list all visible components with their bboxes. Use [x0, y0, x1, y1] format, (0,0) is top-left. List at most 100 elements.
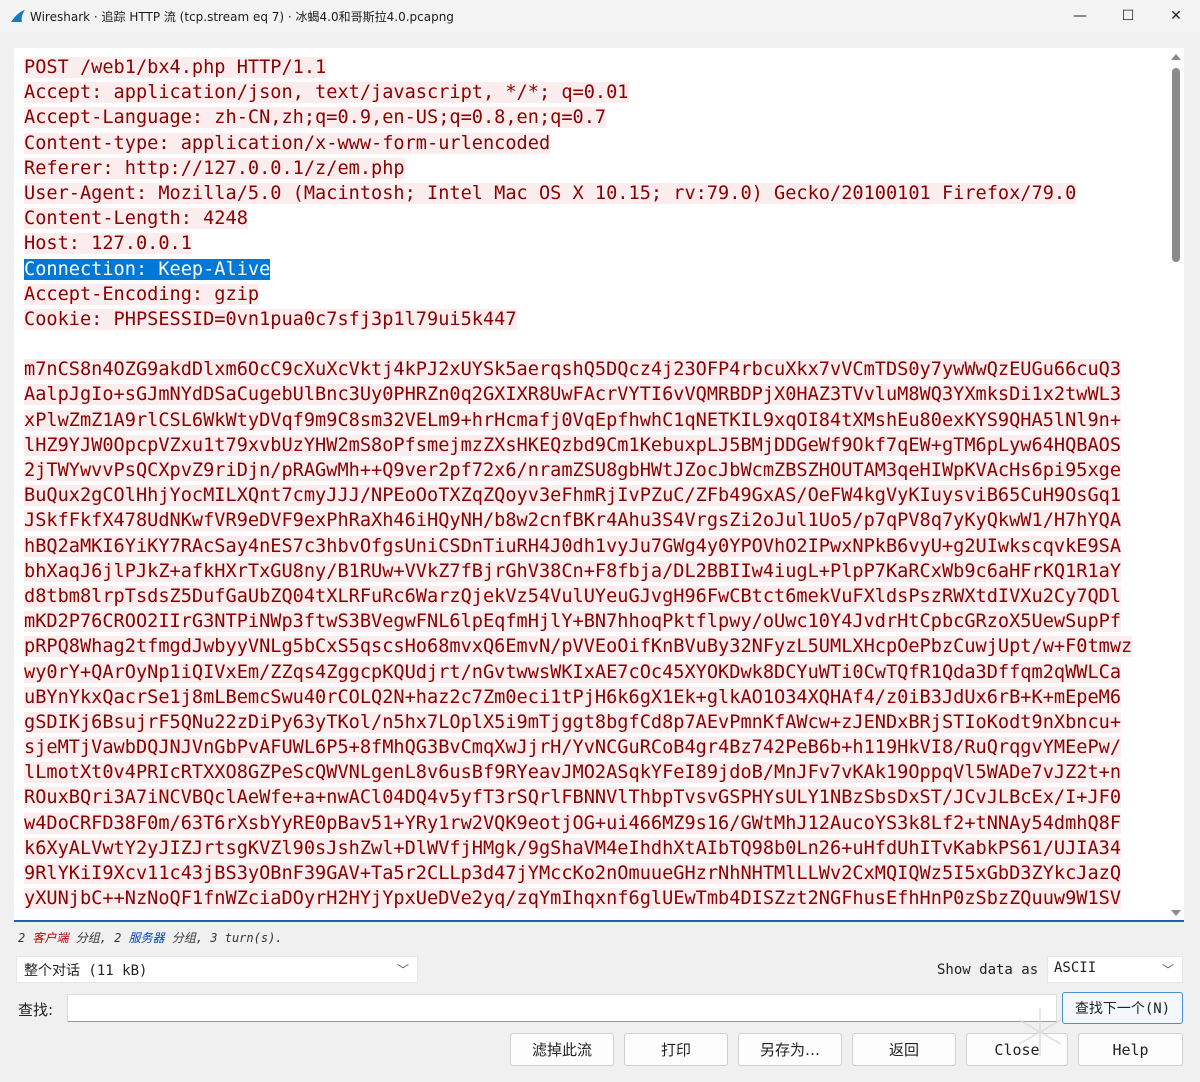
stream-line[interactable]: AalpJgIo+sGJmNYdDSaCugebUlBnc3Uy0PHRZn0q…: [24, 382, 1160, 407]
stream-line-text: Accept-Language: zh-CN,zh;q=0.9,en-US;q=…: [24, 107, 607, 129]
stream-line[interactable]: Referer: http://127.0.0.1/z/em.php: [24, 156, 1160, 181]
stream-line[interactable]: Cookie: PHPSESSID=0vn1pua0c7sfj3p1l79ui5…: [24, 307, 1160, 332]
chevron-down-icon: ﹀: [1161, 963, 1174, 977]
filter-out-stream-button[interactable]: 滤掉此流: [510, 1033, 614, 1066]
print-button[interactable]: 打印: [624, 1033, 728, 1066]
stream-line-text: m7nCS8n4OZG9akdDlxm6OcC9cXuXcVktj4kPJ2xU…: [24, 359, 1122, 381]
stream-line-text: BuQux2gCOlHhjYocMILXQnt7cmyJJJ/NPEoOoTXZ…: [24, 485, 1122, 507]
conversation-select-value: 整个对话 (11 kB): [24, 963, 148, 979]
stream-line-text: uBYnYkxQacrSe1j8mLBemcSwu40rCOLQ2N+haz2c…: [24, 686, 1122, 708]
stream-line-text: 9RlYKiI9Xcv11c43jBS3yOBnF39GAV+Ta5r2CLLp…: [24, 863, 1122, 884]
stream-line[interactable]: mKD2P76CROO2IIrG3NTPiNWp3ftwS3BVegwFNL6l…: [24, 609, 1160, 634]
scroll-thumb[interactable]: [1172, 68, 1180, 262]
title-bar: Wireshark · 追踪 HTTP 流 (tcp.stream eq 7) …: [0, 0, 1200, 32]
stream-line[interactable]: POST /web1/bx4.php HTTP/1.1: [24, 55, 1160, 80]
stream-line-text: Accept-Encoding: gzip: [24, 283, 260, 305]
stream-content-pane[interactable]: POST /web1/bx4.php HTTP/1.1 Accept: appli…: [14, 48, 1184, 922]
minimize-button[interactable]: —: [1056, 0, 1104, 32]
stream-line[interactable]: uBYnYkxQacrSe1j8mLBemcSwu40rCOLQ2N+haz2c…: [24, 685, 1160, 710]
stream-line-text: 2jTWYwvvPsQCXpvZ9riDjn/pRAGwMh++Q9ver2pf…: [24, 460, 1122, 481]
window-controls: — ☐ ✕: [1056, 0, 1200, 32]
stream-line[interactable]: Accept-Encoding: gzip: [24, 282, 1160, 307]
find-next-button[interactable]: 查找下一个(N): [1062, 992, 1183, 1024]
stream-line-text: sjeMTjVawbDQJNJVnGbPvAFUWL6P5+8fMhQG3BvC…: [24, 737, 1122, 759]
stream-line[interactable]: pRPQ8Whag2tfmgdJwbyyVNLg5bCxS5qscsHo68mv…: [24, 634, 1160, 659]
stream-line-text: w4DoCRFD38F0m/63T6rXsbYyRE0pBav51+YRy1rw…: [24, 812, 1122, 834]
stream-line[interactable]: lHZ9YJW0OpcpVZxu1t79xvbUzYHW2mS8oPfsmejm…: [24, 433, 1160, 458]
find-input[interactable]: [67, 994, 1057, 1022]
stream-line[interactable]: Host: 127.0.0.1: [24, 231, 1160, 256]
help-button[interactable]: Help: [1078, 1033, 1183, 1066]
stream-line[interactable]: m7nCS8n4OZG9akdDlxm6OcC9cXuXcVktj4kPJ2xU…: [24, 357, 1160, 382]
stream-line-text: POST /web1/bx4.php HTTP/1.1: [24, 57, 327, 78]
close-window-button[interactable]: ✕: [1152, 0, 1200, 32]
stream-line-text: hBQ2aMKI6YiKY7RAcSay4nES7c3hbvOfgsUniCSD…: [24, 535, 1122, 557]
stream-line-text: Referer: http://127.0.0.1/z/em.php: [24, 157, 405, 179]
stream-line-selected[interactable]: Connection: Keep-Alive: [24, 257, 1160, 282]
stream-line[interactable]: 9RlYKiI9Xcv11c43jBS3yOBnF39GAV+Ta5r2CLLp…: [24, 861, 1160, 886]
summary-mid2: 分组, 3 turn(s).: [164, 931, 283, 945]
stream-line[interactable]: gSDIKj6BsujrF5QNu22zDiPy63yTKol/n5hx7LOp…: [24, 710, 1160, 735]
stream-text[interactable]: POST /web1/bx4.php HTTP/1.1 Accept: appli…: [24, 55, 1160, 911]
stream-line[interactable]: BuQux2gCOlHhjYocMILXQnt7cmyJJJ/NPEoOoTXZ…: [24, 483, 1160, 508]
stream-line-text: wy0rY+QArOyNp1iQIVxEm/ZZqs4ZggcpKQUdjrt/…: [24, 661, 1122, 683]
stream-line[interactable]: ROuxBQri3A7iNCVBQclAeWfe+a+nwACl04DQ4v5y…: [24, 785, 1160, 810]
stream-line[interactable]: yXUNjbC++NzNoQF1fnWZciaDOyrH2HYjYpxUeDVe…: [24, 886, 1160, 911]
summary-mid1: 分组, 2: [68, 931, 129, 945]
stream-line[interactable]: [24, 332, 1160, 357]
conversation-select[interactable]: 整个对话 (11 kB) ﹀: [16, 956, 418, 983]
back-button[interactable]: 返回: [852, 1033, 956, 1066]
stream-line-text: User-Agent: Mozilla/5.0 (Macintosh; Inte…: [24, 182, 1077, 204]
find-label: 查找:: [18, 1001, 54, 1019]
stream-line[interactable]: k6XyALVwtY2yJIZJrtsgKVZl90sJshZwl+DlWVfj…: [24, 836, 1160, 861]
stream-line-text: mKD2P76CROO2IIrG3NTPiNWp3ftwS3BVegwFNL6l…: [24, 611, 1122, 633]
stream-line[interactable]: JSkfFkfX478UdNKwfVR9eDVF9exPhRaXh46iHQyN…: [24, 508, 1160, 533]
stream-line[interactable]: lLmotXt0v4PRIcRTXXO8GZPeScQWVNLgenL8v6us…: [24, 760, 1160, 785]
stream-line-text: Host: 127.0.0.1: [24, 233, 192, 255]
stream-line-text: xPlwZmZ1A9rlCSL6WkWtyDVqf9m9C8sm32VELm9+…: [24, 409, 1122, 431]
stream-line-text: Content-Length: 4248: [24, 208, 248, 230]
scroll-up-arrow-icon[interactable]: [1171, 54, 1181, 60]
stream-line[interactable]: Content-Length: 4248: [24, 206, 1160, 231]
packet-summary: 2 客户端 分组, 2 服务器 分组, 3 turn(s).: [18, 929, 283, 946]
save-as-button[interactable]: 另存为…: [738, 1033, 842, 1066]
stream-line-text: Accept: application/json, text/javascrip…: [24, 82, 629, 104]
stream-line-text: lLmotXt0v4PRIcRTXXO8GZPeScQWVNLgenL8v6us…: [24, 762, 1122, 784]
summary-server: 服务器: [128, 931, 165, 945]
stream-line-text: JSkfFkfX478UdNKwfVR9eDVF9exPhRaXh46iHQyN…: [24, 510, 1122, 532]
show-data-as-select[interactable]: ASCII ﹀: [1047, 956, 1183, 983]
stream-line-text: gSDIKj6BsujrF5QNu22zDiPy63yTKol/n5hx7LOp…: [24, 711, 1122, 733]
stream-line-text: AalpJgIo+sGJmNYdDSaCugebUlBnc3Uy0PHRZn0q…: [24, 384, 1122, 406]
stream-line[interactable]: Accept-Language: zh-CN,zh;q=0.9,en-US;q=…: [24, 105, 1160, 130]
show-data-as-value: ASCII: [1054, 960, 1097, 976]
stream-line-text: lHZ9YJW0OpcpVZxu1t79xvbUzYHW2mS8oPfsmejm…: [24, 434, 1122, 456]
stream-line[interactable]: w4DoCRFD38F0m/63T6rXsbYyRE0pBav51+YRy1rw…: [24, 811, 1160, 836]
stream-line-text: Content-type: application/x-www-form-url…: [24, 132, 551, 154]
chevron-down-icon: ﹀: [396, 963, 409, 977]
stream-line-text: yXUNjbC++NzNoQF1fnWZciaDOyrH2HYjYpxUeDVe…: [24, 888, 1122, 910]
stream-line[interactable]: 2jTWYwvvPsQCXpvZ9riDjn/pRAGwMh++Q9ver2pf…: [24, 458, 1160, 483]
maximize-button[interactable]: ☐: [1104, 0, 1152, 32]
stream-line[interactable]: xPlwZmZ1A9rlCSL6WkWtyDVqf9m9C8sm32VELm9+…: [24, 408, 1160, 433]
summary-client: 客户端: [32, 931, 69, 945]
stream-line[interactable]: d8tbm8lrpTsdsZ5DufGaUbZQ04tXLRFuRc6WarzQ…: [24, 584, 1160, 609]
stream-line-text: pRPQ8Whag2tfmgdJwbyyVNLg5bCxS5qscsHo68mv…: [24, 636, 1133, 658]
stream-line[interactable]: bhXaqJ6jlPJkZ+afkHXrTxGU8ny/B1RUw+VVkZ7f…: [24, 559, 1160, 584]
vertical-scrollbar[interactable]: [1168, 48, 1184, 922]
stream-line-text: ROuxBQri3A7iNCVBQclAeWfe+a+nwACl04DQ4v5y…: [24, 787, 1122, 809]
summary-prefix: 2: [18, 931, 33, 945]
stream-line-text: Connection: Keep-Alive: [24, 258, 271, 280]
stream-line[interactable]: hBQ2aMKI6YiKY7RAcSay4nES7c3hbvOfgsUniCSD…: [24, 534, 1160, 559]
show-data-as-label: Show data as: [937, 962, 1039, 978]
stream-line[interactable]: Content-type: application/x-www-form-url…: [24, 131, 1160, 156]
stream-line[interactable]: Accept: application/json, text/javascrip…: [24, 80, 1160, 105]
window-title: Wireshark · 追踪 HTTP 流 (tcp.stream eq 7) …: [30, 9, 454, 24]
wireshark-fin-icon: [11, 10, 25, 22]
stream-line[interactable]: sjeMTjVawbDQJNJVnGbPvAFUWL6P5+8fMhQG3BvC…: [24, 735, 1160, 760]
close-button[interactable]: Close: [966, 1033, 1068, 1066]
stream-line[interactable]: User-Agent: Mozilla/5.0 (Macintosh; Inte…: [24, 181, 1160, 206]
stream-line-text: k6XyALVwtY2yJIZJrtsgKVZl90sJshZwl+DlWVfj…: [24, 837, 1122, 859]
stream-line[interactable]: wy0rY+QArOyNp1iQIVxEm/ZZqs4ZggcpKQUdjrt/…: [24, 660, 1160, 685]
scroll-down-arrow-icon[interactable]: [1171, 910, 1181, 916]
focus-underline: [14, 920, 1184, 922]
